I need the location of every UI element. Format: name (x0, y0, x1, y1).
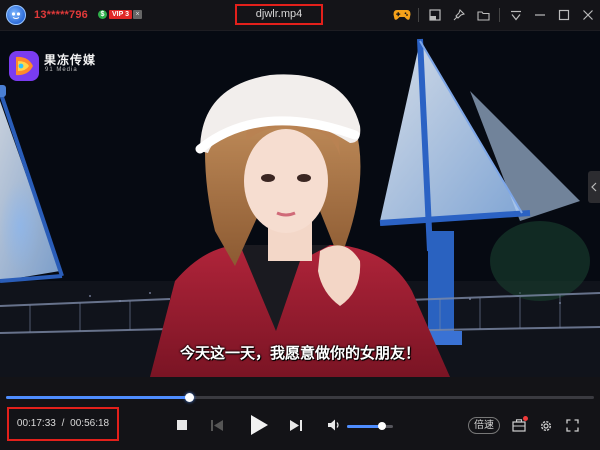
toolbar-divider (499, 8, 500, 22)
next-button[interactable] (289, 418, 303, 432)
skip-previous-icon (211, 419, 223, 431)
progress-fill (6, 396, 190, 399)
total-time: 00:56:18 (70, 418, 110, 429)
volume-icon (327, 419, 339, 431)
fullscreen-icon (566, 419, 579, 432)
brand-logo-icon (9, 51, 39, 81)
skip-next-icon (290, 419, 302, 431)
minimize-icon[interactable] (528, 0, 552, 30)
close-icon[interactable] (576, 0, 600, 30)
time-display: 00:17:33 / 00:56:18 (7, 407, 119, 441)
video-frame[interactable]: 果冻传媒 91 Media 今天这一天，我愿意做你的女朋友！ (0, 31, 600, 377)
chevron-left-icon (591, 182, 597, 192)
left-panel-toggle[interactable] (0, 85, 6, 97)
volume-fill (347, 425, 382, 428)
progress-bar[interactable] (6, 393, 594, 402)
avatar-face-icon (11, 12, 21, 19)
game-controller-icon[interactable] (390, 0, 414, 30)
previous-button[interactable] (210, 418, 224, 432)
toolbar-divider (418, 8, 419, 22)
title-bar: 13*****796 $ VIP 3 × djwlr.mp4 (0, 0, 600, 31)
vip-badge[interactable]: VIP 3 (109, 10, 132, 19)
file-title: djwlr.mp4 (235, 4, 323, 25)
gear-icon (540, 420, 551, 431)
video-subtitle: 今天这一天，我愿意做你的女朋友！ (179, 345, 420, 362)
notification-dot (523, 416, 528, 421)
menu-icon[interactable] (504, 0, 528, 30)
playlist-toggle[interactable] (588, 171, 600, 203)
settings-button[interactable] (538, 418, 553, 433)
toolbox-icon (511, 419, 526, 432)
vip-close-icon[interactable]: × (133, 10, 142, 19)
user-id[interactable]: 13*****796 (34, 9, 88, 21)
play-icon (251, 415, 268, 435)
video-scene (0, 31, 600, 377)
folder-icon[interactable] (471, 0, 495, 30)
play-button[interactable] (247, 413, 271, 437)
mini-mode-icon[interactable] (423, 0, 447, 30)
brand-name: 果冻传媒 (44, 53, 97, 67)
window-toolbar (390, 0, 600, 30)
vip-coin-icon: $ (98, 10, 107, 19)
pin-icon[interactable] (447, 0, 471, 30)
volume-handle[interactable] (377, 422, 386, 430)
time-separator: / (61, 418, 65, 429)
current-time: 00:17:33 (16, 418, 56, 429)
maximize-icon[interactable] (552, 0, 576, 30)
stop-button[interactable] (175, 418, 189, 432)
player-controls: 00:17:33 / 00:56:18 倍速 (0, 377, 600, 450)
stop-icon (177, 420, 187, 430)
brand-subtitle: 91 Media (45, 67, 78, 73)
volume-slider[interactable] (347, 422, 393, 430)
user-avatar[interactable] (6, 5, 26, 25)
fullscreen-button[interactable] (565, 418, 580, 433)
volume-button[interactable] (327, 418, 341, 432)
speed-button[interactable]: 倍速 (468, 417, 500, 434)
progress-handle[interactable] (185, 393, 195, 402)
